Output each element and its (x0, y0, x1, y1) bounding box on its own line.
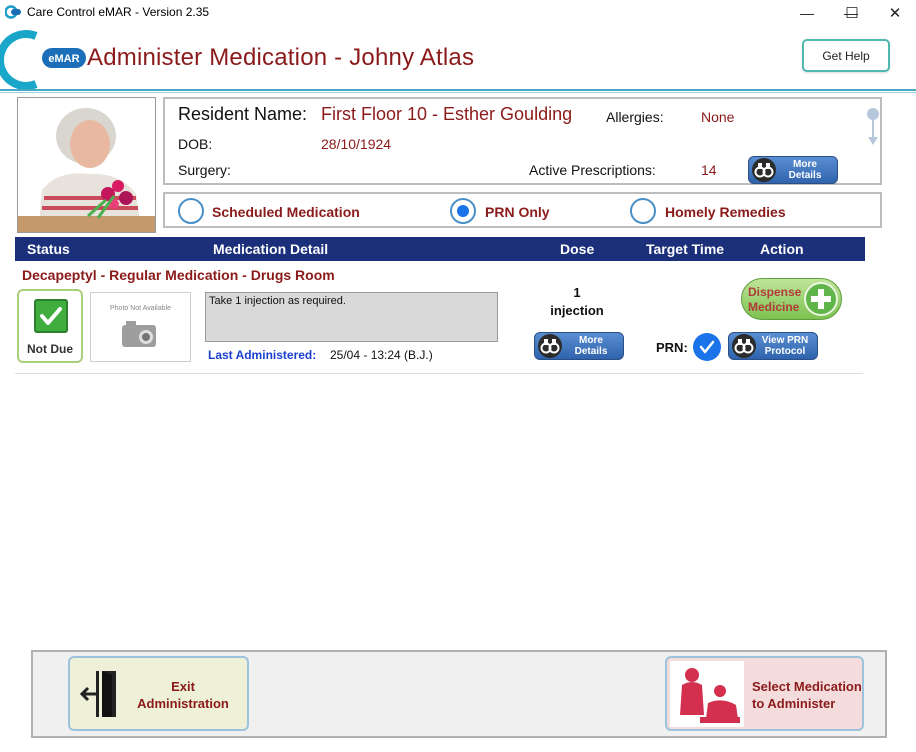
binoculars-icon (752, 158, 776, 182)
dob-label: DOB: (178, 136, 213, 152)
exit-administration-label: Exit Administration (120, 678, 246, 712)
col-dose: Dose (560, 241, 595, 257)
view-prn-protocol-button[interactable]: View PRN Protocol (728, 332, 818, 360)
window-titlebar: Care Control eMAR - Version 2.35 — (0, 0, 916, 26)
status-badge[interactable]: Not Due (17, 289, 83, 363)
status-text: Not Due (27, 342, 73, 356)
surgery-label: Surgery: (178, 162, 231, 178)
checkmark-icon (34, 299, 68, 333)
exit-line1: Exit (171, 679, 195, 694)
medication-filter-group: Scheduled Medication PRN Only Homely Rem… (163, 192, 882, 228)
nurse-patient-icon (670, 661, 744, 727)
scroll-indicator-icon[interactable] (866, 107, 880, 151)
medication-table-header: Status Medication Detail Dose Target Tim… (15, 237, 865, 261)
exit-door-icon (80, 671, 116, 717)
dose: 1 injection (537, 284, 617, 320)
view-prn-protocol-label: View PRN Protocol (756, 335, 817, 357)
radio-homely-remedies-label[interactable]: Homely Remedies (665, 204, 786, 220)
close-button[interactable]: ✕ (874, 0, 916, 26)
active-prescriptions-value: 14 (701, 162, 717, 178)
minimize-icon: — (800, 5, 814, 21)
header-divider-thin (0, 92, 916, 93)
dispense-line2: Medicine (748, 300, 800, 314)
prn-check-icon (693, 333, 721, 361)
select-medication-label: Select Medication to Administer (752, 678, 862, 712)
resident-info-panel: Resident Name: First Floor 10 - Esther G… (163, 97, 882, 185)
maximize-button[interactable]: ☐ (829, 0, 875, 26)
plus-icon (804, 282, 838, 316)
resident-portrait-image (18, 98, 155, 232)
medication-photo: Photo Not Available (90, 292, 191, 362)
prn-label: PRN: (656, 340, 688, 355)
allergies-label: Allergies: (606, 109, 664, 125)
photo-not-available-text: Photo Not Available (110, 305, 171, 312)
dispense-medicine-button[interactable]: Dispense Medicine (741, 278, 842, 320)
medication-instructions: Take 1 injection as required. (205, 292, 498, 342)
app-icon (5, 5, 21, 19)
active-prescriptions-label: Active Prescriptions: (529, 162, 656, 178)
care-control-logo: eMAR (0, 30, 86, 90)
view-prn-line1: View PRN (761, 335, 809, 346)
radio-prn-only-label[interactable]: PRN Only (485, 204, 550, 220)
logo-text: eMAR (48, 53, 79, 65)
resident-name-label: Resident Name: (178, 104, 308, 124)
allergies-value: None (701, 109, 735, 125)
page-title: Administer Medication - Johny Atlas (87, 44, 475, 71)
row-divider (15, 373, 863, 374)
radio-scheduled-medication-label[interactable]: Scheduled Medication (212, 204, 360, 220)
select-line2: to Administer (752, 696, 836, 711)
more-details-label: More Details (788, 159, 822, 181)
dob-value: 28/10/1924 (321, 136, 392, 152)
close-icon: ✕ (888, 5, 902, 22)
binoculars-icon (732, 334, 756, 358)
resident-name: First Floor 10 - Esther Goulding (321, 104, 573, 124)
get-help-button[interactable]: Get Help (802, 39, 890, 72)
resident-more-details-button[interactable]: More Details (748, 156, 838, 184)
dose-quantity: 1 (573, 285, 581, 300)
col-medication-detail: Medication Detail (213, 241, 329, 257)
header-divider (0, 89, 916, 91)
dispense-medicine-label: Dispense Medicine (748, 285, 801, 315)
view-prn-line2: Protocol (764, 346, 806, 357)
last-administered-value: 25/04 - 13:24 (B.J.) (330, 348, 433, 362)
dispense-line1: Dispense (748, 285, 802, 299)
select-line1: Select Medication (752, 679, 862, 694)
col-action: Action (760, 241, 804, 257)
exit-line2: Administration (137, 696, 229, 711)
medication-more-details-button[interactable]: More Details (534, 332, 624, 360)
camera-icon (122, 321, 156, 347)
minimize-button-alt[interactable]: — (784, 0, 830, 26)
more-details-label: More Details (574, 335, 608, 357)
col-target-time: Target Time (646, 241, 725, 257)
last-administered-label: Last Administered: (208, 348, 317, 362)
radio-prn-only[interactable] (450, 198, 476, 224)
radio-homely-remedies[interactable] (630, 198, 656, 224)
binoculars-icon (538, 334, 562, 358)
medication-title: Decapeptyl - Regular Medication - Drugs … (22, 267, 335, 283)
maximize-icon: ☐ (845, 5, 859, 22)
dose-unit: injection (550, 303, 604, 318)
radio-scheduled-medication[interactable] (178, 198, 204, 224)
window-title: Care Control eMAR - Version 2.35 (27, 5, 210, 19)
resident-photo (17, 97, 156, 233)
col-status: Status (27, 241, 70, 257)
